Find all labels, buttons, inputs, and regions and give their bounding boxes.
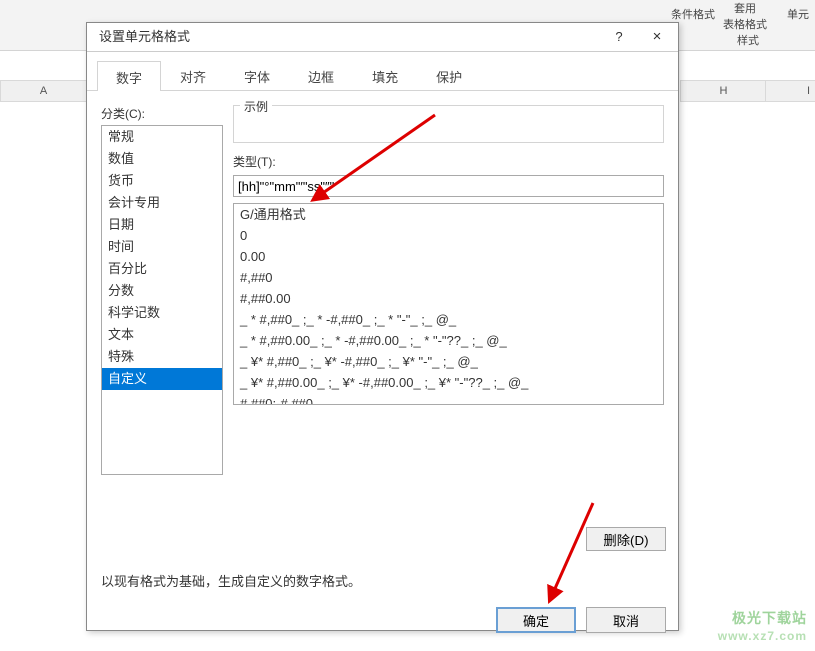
category-list[interactable]: 常规 数值 货币 会计专用 日期 时间 百分比 分数 科学记数 文本 特殊 自定… <box>101 125 223 475</box>
example-box: 示例 <box>233 105 664 143</box>
category-item[interactable]: 货币 <box>102 170 222 192</box>
type-input[interactable] <box>233 175 664 197</box>
format-code-item[interactable]: #,##0.00 <box>234 288 663 309</box>
watermark: 极光下载站 www.xz7.com <box>718 609 807 645</box>
format-code-item[interactable]: #,##0 <box>234 267 663 288</box>
type-label: 类型(T): <box>233 153 664 170</box>
hint-text: 以现有格式为基础，生成自定义的数字格式。 <box>101 571 361 590</box>
format-code-list[interactable]: G/通用格式 0 0.00 #,##0 #,##0.00 _ * #,##0_ … <box>233 203 664 405</box>
format-code-item[interactable]: 0 <box>234 225 663 246</box>
tab-border[interactable]: 边框 <box>289 60 353 90</box>
format-code-item[interactable]: _ ¥* #,##0_ ;_ ¥* -#,##0_ ;_ ¥* "-"_ ;_ … <box>234 351 663 372</box>
close-icon[interactable]: × <box>642 23 672 51</box>
category-item[interactable]: 百分比 <box>102 258 222 280</box>
format-code-item[interactable]: 0.00 <box>234 246 663 267</box>
category-item[interactable]: 数值 <box>102 148 222 170</box>
ok-button[interactable]: 确定 <box>496 607 576 633</box>
dialog-button-row: 确定 取消 <box>496 607 666 633</box>
ribbon-group-styles: 样式 <box>737 32 759 48</box>
dialog-tab-strip: 数字 对齐 字体 边框 填充 保护 <box>87 52 678 91</box>
right-pane: 示例 类型(T): G/通用格式 0 0.00 #,##0 #,##0.00 _… <box>233 105 664 405</box>
format-code-item[interactable]: #,##0;-#,##0 <box>234 393 663 405</box>
column-header-a[interactable]: A <box>0 80 87 102</box>
format-cells-dialog: 设置单元格格式 ? × 数字 对齐 字体 边框 填充 保护 分类(C): 常规 … <box>86 22 679 631</box>
category-item[interactable]: 时间 <box>102 236 222 258</box>
cancel-button[interactable]: 取消 <box>586 607 666 633</box>
ribbon-table-format[interactable]: 套用 表格格式 <box>723 0 767 32</box>
dialog-title-bar[interactable]: 设置单元格格式 ? × <box>87 23 678 52</box>
category-item[interactable]: 常规 <box>102 126 222 148</box>
tab-number[interactable]: 数字 <box>97 61 161 91</box>
category-item[interactable]: 日期 <box>102 214 222 236</box>
dialog-title: 设置单元格格式 <box>99 29 190 44</box>
dialog-body: 分类(C): 常规 数值 货币 会计专用 日期 时间 百分比 分数 科学记数 文… <box>87 91 678 645</box>
category-item[interactable]: 文本 <box>102 324 222 346</box>
category-item[interactable]: 分数 <box>102 280 222 302</box>
category-item[interactable]: 科学记数 <box>102 302 222 324</box>
ribbon-conditional-format[interactable]: 条件格式 <box>671 6 715 22</box>
format-code-item[interactable]: G/通用格式 <box>234 204 663 225</box>
delete-button[interactable]: 删除(D) <box>586 527 666 551</box>
format-code-item[interactable]: _ ¥* #,##0.00_ ;_ ¥* -#,##0.00_ ;_ ¥* "-… <box>234 372 663 393</box>
tab-font[interactable]: 字体 <box>225 60 289 90</box>
example-label: 示例 <box>240 98 272 115</box>
column-header-i[interactable]: I <box>765 80 815 102</box>
tab-alignment[interactable]: 对齐 <box>161 60 225 90</box>
category-item-selected[interactable]: 自定义 <box>102 368 222 390</box>
format-code-item[interactable]: _ * #,##0_ ;_ * -#,##0_ ;_ * "-"_ ;_ @_ <box>234 309 663 330</box>
ribbon-cell[interactable]: 单元 <box>787 6 809 22</box>
format-code-item[interactable]: _ * #,##0.00_ ;_ * -#,##0.00_ ;_ * "-"??… <box>234 330 663 351</box>
category-item[interactable]: 会计专用 <box>102 192 222 214</box>
watermark-title: 极光下载站 <box>718 609 807 627</box>
watermark-url: www.xz7.com <box>718 627 807 645</box>
tab-fill[interactable]: 填充 <box>353 60 417 90</box>
tab-protection[interactable]: 保护 <box>417 60 481 90</box>
dialog-help-button[interactable]: ? <box>604 23 634 51</box>
category-item[interactable]: 特殊 <box>102 346 222 368</box>
column-header-h[interactable]: H <box>680 80 767 102</box>
